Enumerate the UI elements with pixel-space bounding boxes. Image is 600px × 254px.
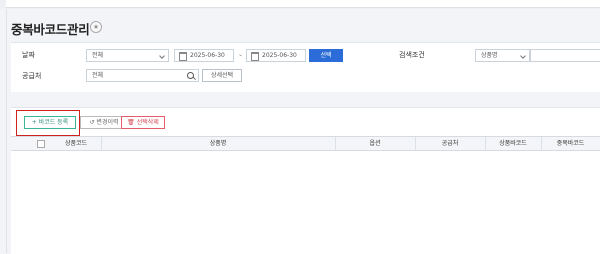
chevron-down-icon <box>159 53 165 59</box>
date-type-value: 전체 <box>92 52 104 59</box>
change-history-label: 변경이력 <box>96 119 119 126</box>
date-range-caret-icon: ⌄ <box>238 51 244 58</box>
top-strip <box>0 0 600 9</box>
column-header-product-name[interactable]: 상품명 <box>101 137 335 150</box>
column-header-product-code[interactable]: 상품코드 <box>51 137 101 150</box>
column-header-product-barcode[interactable]: 상품바코드 <box>485 137 541 150</box>
detail-select-button[interactable]: 상세선택 <box>202 69 242 82</box>
delete-selected-label: 선택삭제 <box>136 119 159 126</box>
search-keyword-input[interactable] <box>530 49 600 62</box>
select-all-checkbox[interactable] <box>37 140 45 148</box>
history-icon: ↺ <box>89 119 95 126</box>
page-title: 중복바코드관리 <box>11 22 90 37</box>
search-icon <box>187 72 194 79</box>
date-from-input[interactable]: 2025-06-30 <box>174 49 234 62</box>
delete-selected-button[interactable]: 🗑 선택삭제 <box>121 116 165 129</box>
search-condition-label: 검색조건 <box>399 51 425 59</box>
filter-panel: 날짜 전체 2025-06-30 ⌄ 2025-06-30 선택 검색조건 상품… <box>11 42 600 92</box>
date-from-value: 2025-06-30 <box>190 52 225 59</box>
search-condition-value: 상품명 <box>481 52 498 59</box>
supplier-label: 공급처 <box>22 72 42 80</box>
supplier-value: 전체 <box>92 72 104 79</box>
date-to-input[interactable]: 2025-06-30 <box>246 49 306 62</box>
table-header: 상품코드 상품명 옵션 공급처 상품바코드 중복바코드 <box>11 136 600 151</box>
calendar-icon <box>251 52 259 61</box>
chevron-down-icon <box>520 53 526 59</box>
date-label: 날짜 <box>22 51 35 59</box>
top-card <box>6 0 600 8</box>
select-button[interactable]: 선택 <box>309 49 343 62</box>
column-header-supplier[interactable]: 공급처 <box>415 137 485 150</box>
date-type-select[interactable]: 전체 <box>86 49 169 62</box>
supplier-input[interactable]: 전체 <box>86 69 199 82</box>
column-header-option[interactable]: 옵션 <box>335 137 415 150</box>
search-condition-select[interactable]: 상품명 <box>475 49 530 62</box>
date-to-value: 2025-06-30 <box>262 52 297 59</box>
column-header-duplicate-barcode[interactable]: 중복바코드 <box>541 137 600 150</box>
left-border <box>6 9 7 253</box>
favorite-star-icon[interactable]: ★ <box>90 21 102 33</box>
grid-panel: + 바코드 등록 ↺ 변경이력 🗑 선택삭제 상품코드 상품명 옵션 공급처 상… <box>11 107 600 254</box>
trash-icon: 🗑 <box>127 119 135 126</box>
calendar-icon <box>179 52 187 61</box>
highlight-box <box>16 110 80 136</box>
